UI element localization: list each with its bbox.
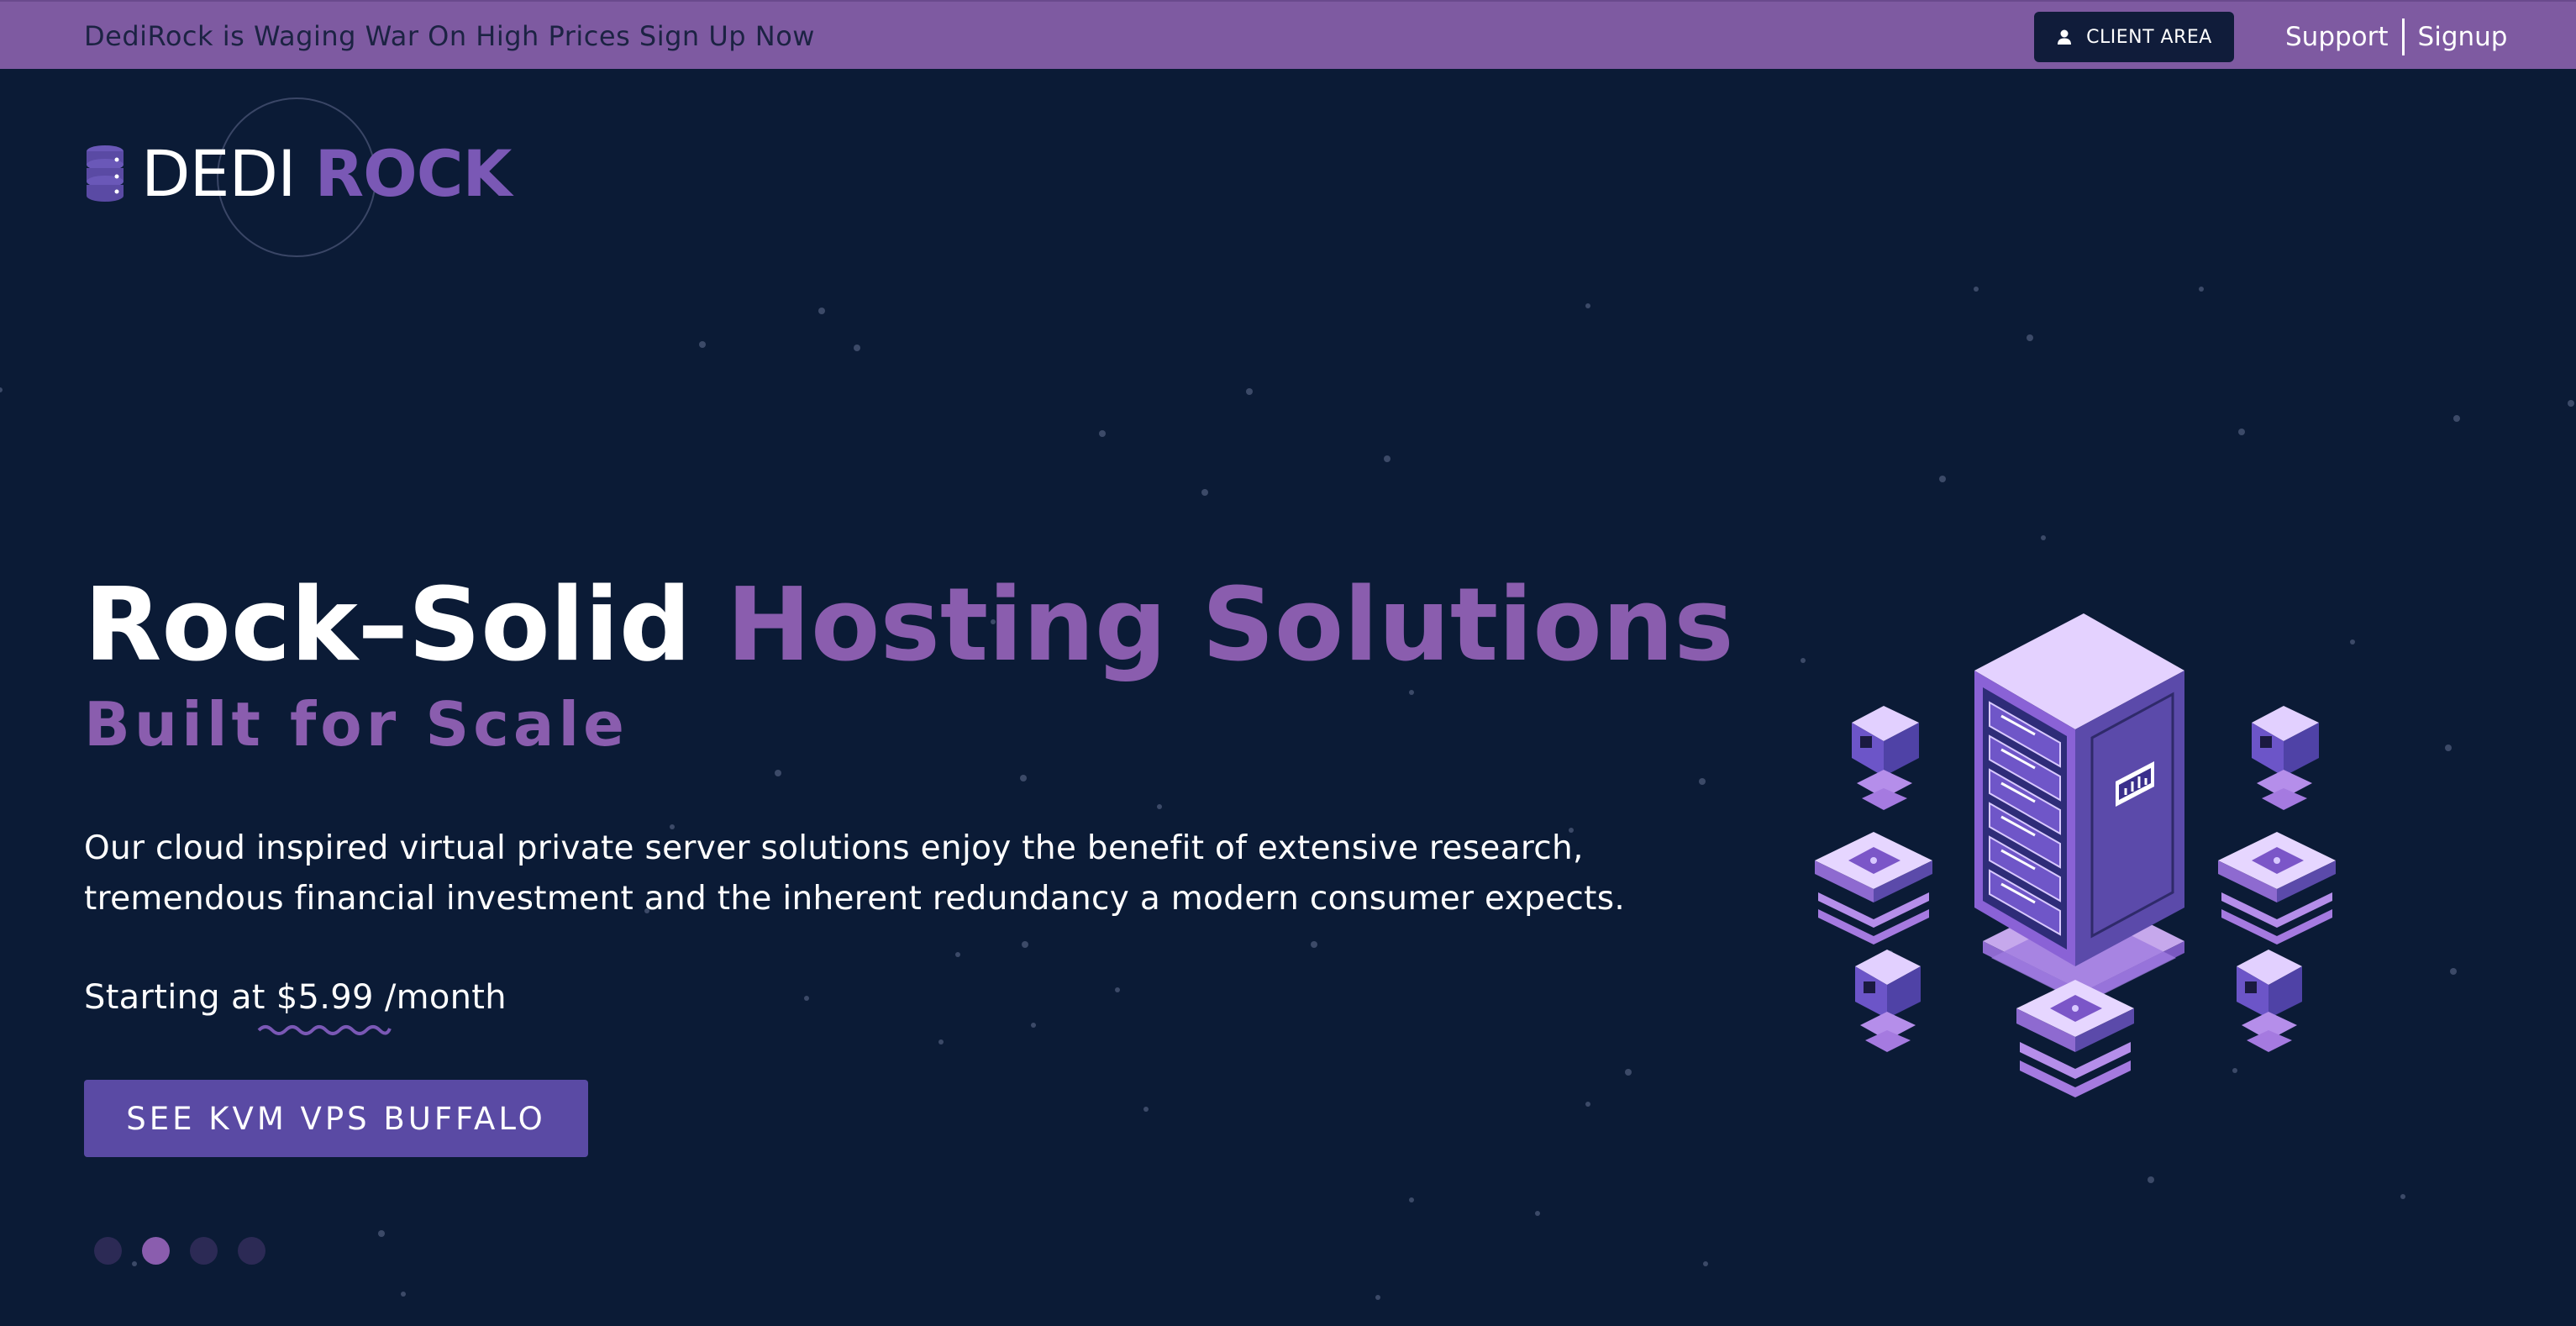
hero-description: Our cloud inspired virtual private serve… xyxy=(84,829,1626,918)
top-links: Support Signup xyxy=(2285,18,2508,55)
client-area-button[interactable]: CLIENT AREA xyxy=(2034,12,2234,62)
hero-title-purple: Hosting Solutions xyxy=(726,567,1734,684)
see-kvm-vps-button[interactable]: SEE KVM VPS BUFFALO xyxy=(84,1080,588,1157)
left-top-cube xyxy=(1852,706,1919,810)
price-suffix: /month xyxy=(384,978,507,1017)
right-top-cube xyxy=(2252,706,2319,810)
price-value: $5.99 xyxy=(276,978,374,1017)
server-tower xyxy=(1974,613,2184,966)
hero-subtitle: Built for Scale xyxy=(84,689,628,760)
signup-link[interactable]: Signup xyxy=(2418,22,2508,52)
top-promo-bar: DediRock is Waging War On High Prices Si… xyxy=(0,0,2576,69)
price-line: Starting at $5.99 /month xyxy=(84,978,507,1017)
server-illustration xyxy=(1815,613,2336,1097)
site-logo[interactable]: DEDI ROCK xyxy=(84,94,521,262)
promo-text[interactable]: DediRock is Waging War On High Prices Si… xyxy=(84,20,815,52)
slider-dot-4[interactable] xyxy=(238,1237,265,1265)
logo-word-rock: ROCK xyxy=(314,136,513,211)
support-link[interactable]: Support xyxy=(2285,22,2389,52)
price-prefix: Starting at xyxy=(84,978,265,1017)
slider-dot-2[interactable] xyxy=(142,1237,170,1265)
slider-dot-1[interactable] xyxy=(94,1237,122,1265)
left-bottom-cube xyxy=(1855,950,1921,1052)
hero-title: Rock–Solid Hosting Solutions xyxy=(84,571,1734,681)
slider-dot-3[interactable] xyxy=(190,1237,218,1265)
price-underline-squiggle xyxy=(257,1025,392,1035)
logo-word-dedi: DEDI xyxy=(141,136,296,211)
slider-pagination xyxy=(94,1237,265,1265)
user-icon xyxy=(2058,29,2072,45)
right-bottom-cube xyxy=(2237,950,2302,1052)
logo-wordmark: DEDI ROCK xyxy=(141,136,513,212)
bottom-center-switch xyxy=(2016,980,2134,1097)
link-divider xyxy=(2401,18,2405,55)
right-middle-switch xyxy=(2218,832,2336,945)
database-icon xyxy=(87,145,124,202)
left-middle-switch xyxy=(1815,832,1932,945)
hero-title-white: Rock–Solid xyxy=(84,567,691,684)
client-area-label: CLIENT AREA xyxy=(2086,26,2212,48)
